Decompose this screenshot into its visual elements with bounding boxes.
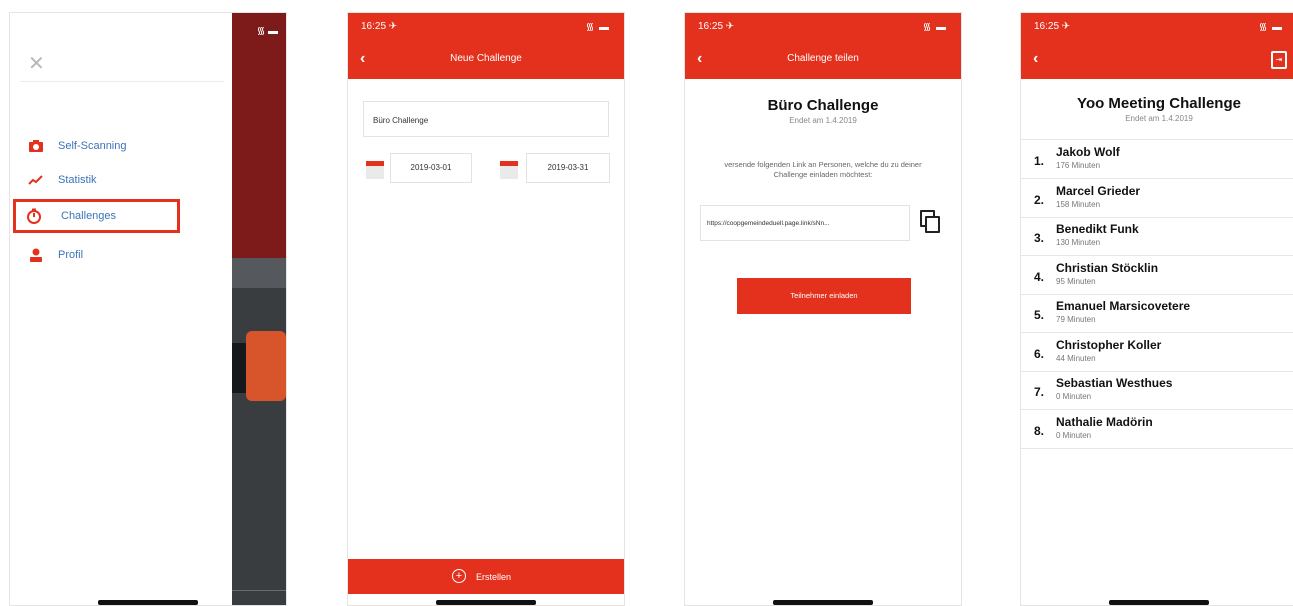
challenge-end-date: Endet am 1.4.2019 xyxy=(1125,114,1193,123)
challenge-end-date: Endet am 1.4.2019 xyxy=(789,116,857,125)
menu-item-label: Profil xyxy=(58,249,84,261)
menu-screen: ᯾ ▬ ✕ Self-Scanning Statistik Challenges xyxy=(9,12,287,606)
nav-title: Challenge teilen xyxy=(787,53,859,64)
side-drawer: ✕ Self-Scanning Statistik Challenges Pro xyxy=(10,13,232,605)
rank-number: 7. xyxy=(1034,385,1045,399)
create-button-label: Erstellen xyxy=(476,572,512,582)
challenge-name-input[interactable]: Büro Challenge xyxy=(363,101,609,137)
status-bar: 16:25 ✈ ᯾ ▬ xyxy=(685,13,961,39)
status-bar: 16:25 ✈ ᯾ ▬ xyxy=(348,13,624,39)
stopwatch-icon xyxy=(26,208,42,224)
status-time: 16:25 ✈ xyxy=(361,21,398,32)
participant-name: Marcel Grieder xyxy=(1056,183,1141,198)
status-icons: ᯾ ▬ xyxy=(585,22,610,33)
participant-name: Sebastian Westhues xyxy=(1056,376,1173,390)
participant-minutes: 79 Minuten xyxy=(1056,315,1096,324)
menu-item-challenges[interactable]: Challenges xyxy=(13,199,180,233)
participant-name: Christian Stöcklin xyxy=(1056,260,1159,275)
ranking-row: 3. Benedikt Funk 130 Minuten xyxy=(1021,217,1293,256)
home-indicator xyxy=(98,600,198,605)
participant-name: Christopher Koller xyxy=(1056,337,1162,352)
status-time: 16:25 ✈ xyxy=(698,21,735,32)
menu-item-label: Challenges xyxy=(61,210,117,222)
background-app: ᯾ ▬ xyxy=(232,13,286,605)
status-icons: ᯾ ▬ xyxy=(922,22,947,33)
challenge-title: Yoo Meeting Challenge xyxy=(1077,95,1241,112)
home-indicator xyxy=(436,600,536,605)
rank-number: 2. xyxy=(1034,192,1045,207)
participant-minutes: 158 Minuten xyxy=(1056,199,1101,209)
end-date-input[interactable]: 2019-03-31 xyxy=(526,153,610,183)
challenge-title: Büro Challenge xyxy=(767,97,879,114)
ranking-row: 7. Sebastian Westhues 0 Minuten xyxy=(1021,371,1293,410)
rank-number: 4. xyxy=(1034,269,1045,284)
calendar-icon[interactable] xyxy=(500,161,518,179)
participant-minutes: 44 Minuten xyxy=(1056,353,1096,363)
ranking-row: 4. Christian Stöcklin 95 Minuten xyxy=(1021,256,1293,295)
plus-circle-icon: + xyxy=(452,569,466,583)
close-icon[interactable]: ✕ xyxy=(28,51,45,76)
new-challenge-screen: 16:25 ✈ ᯾ ▬ ‹ Neue Challenge Büro Challe… xyxy=(347,12,625,606)
calendar-icon[interactable] xyxy=(366,161,384,179)
participant-name: Benedikt Funk xyxy=(1056,222,1139,236)
menu-item-label: Statistik xyxy=(58,174,97,186)
participant-minutes: 0 Minuten xyxy=(1056,392,1092,401)
share-challenge-screen: 16:25 ✈ ᯾ ▬ ‹ Challenge teilen Büro Chal… xyxy=(684,12,962,606)
rank-number: 1. xyxy=(1034,154,1045,168)
rank-number: 8. xyxy=(1034,423,1045,438)
menu-item-self-scanning[interactable]: Self-Scanning xyxy=(22,133,176,161)
ranking-row: 5. Emanuel Marsicovetere 79 Minuten xyxy=(1021,294,1293,333)
back-icon[interactable]: ‹ xyxy=(1033,50,1038,68)
participant-minutes: 176 Minuten xyxy=(1056,161,1101,170)
participant-name: Emanuel Marsicovetere xyxy=(1056,299,1191,313)
invite-participants-button[interactable]: Teilnehmer einladen xyxy=(737,278,911,314)
create-button[interactable]: + Erstellen xyxy=(348,559,624,594)
ranking-screen: 16:25 ✈ ᯾ ▬ ‹ ⇥ Yoo Meeting Challenge En… xyxy=(1020,12,1293,606)
rank-number: 5. xyxy=(1034,308,1045,322)
ranking-row: 2. Marcel Grieder 158 Minuten xyxy=(1021,179,1293,218)
chart-icon xyxy=(28,172,44,188)
start-date-input[interactable]: 2019-03-01 xyxy=(390,153,472,183)
status-icons: ᯾ ▬ xyxy=(256,26,278,37)
menu-item-label: Self-Scanning xyxy=(58,140,127,152)
status-time: 16:25 ✈ xyxy=(1034,21,1071,32)
participant-minutes: 0 Minuten xyxy=(1056,430,1092,440)
nav-title: Neue Challenge xyxy=(450,53,522,64)
status-icons: ᯾ ▬ xyxy=(1258,22,1283,33)
participant-name: Nathalie Madörin xyxy=(1056,414,1153,429)
home-indicator xyxy=(773,600,873,605)
menu-item-statistik[interactable]: Statistik xyxy=(22,167,176,195)
exit-icon[interactable]: ⇥ xyxy=(1271,51,1287,69)
status-bar: 16:25 ✈ ᯾ ▬ xyxy=(1021,13,1293,39)
menu-item-profil[interactable]: Profil xyxy=(22,242,176,270)
nav-bar: ‹ ⇥ xyxy=(1021,39,1293,79)
copy-icon[interactable] xyxy=(920,210,940,234)
ranking-row: 6. Christopher Koller 44 Minuten xyxy=(1021,333,1293,372)
nav-bar: ‹ Challenge teilen xyxy=(685,39,961,79)
participant-minutes: 95 Minuten xyxy=(1056,276,1096,286)
nav-bar: ‹ Neue Challenge xyxy=(348,39,624,79)
participant-name: Jakob Wolf xyxy=(1056,145,1120,159)
ranking-row: 8. Nathalie Madörin 0 Minuten xyxy=(1021,410,1293,449)
home-indicator xyxy=(1109,600,1209,605)
rank-number: 6. xyxy=(1034,346,1045,361)
share-link-field[interactable]: https://coopgemeindeduell.page.link/sNn.… xyxy=(700,205,910,241)
divider xyxy=(20,81,224,82)
participant-minutes: 130 Minuten xyxy=(1056,238,1101,247)
person-icon xyxy=(28,247,44,263)
rank-number: 3. xyxy=(1034,231,1045,245)
ranking-row: 1. Jakob Wolf 176 Minuten xyxy=(1021,140,1293,179)
share-description: versende folgenden Link an Personen, wel… xyxy=(724,160,922,179)
camera-icon xyxy=(28,138,44,154)
